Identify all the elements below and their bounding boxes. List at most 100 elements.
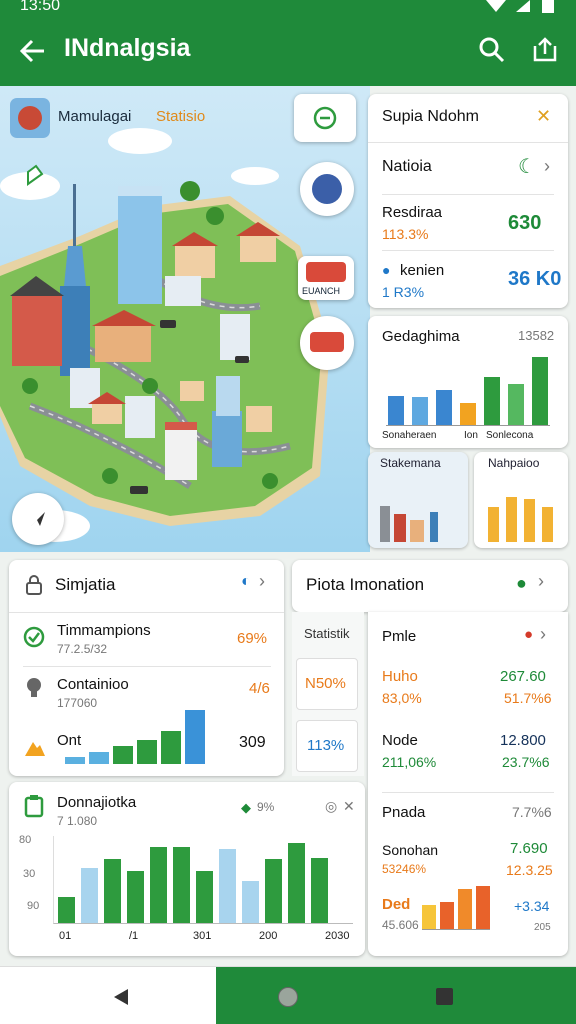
settings-icon[interactable]: ◎ [325,798,337,815]
similarity-row3-value: 309 [239,734,266,751]
photo-row3-sub: 211,06% [382,754,437,770]
chart-card-bar-3 [436,390,452,425]
status-time: 13:50 [20,0,61,14]
photo-mini-chart [422,868,490,930]
mini-card-right-bar-1 [488,507,499,542]
chart-card-bar-1 [388,396,404,425]
zoom-out-button[interactable] [294,94,356,142]
app-bar: INdnalgsia [0,18,576,86]
photo-row1-chevron-icon[interactable]: › [540,624,546,645]
chart-card-bar-4 [460,403,476,425]
search-icon[interactable] [478,36,506,64]
battery-icon [542,0,554,13]
chart-card-bar-2 [412,397,428,425]
mini-card-left: Stakemana [368,452,468,548]
similarity-row1-sub: 77.2.5/32 [57,642,108,656]
shield-icon [312,174,342,204]
similarity-row2-value: 4/6 [249,680,270,697]
alert-icon: ● [524,626,534,643]
donations-xtick-4: 200 [259,930,278,942]
leaf-icon[interactable] [24,164,46,188]
donations-card: Donnajiotka 7 1.080 ◆ 9% ◎ ✕ 80 30 90 01… [9,782,365,956]
chart-card-bars [386,356,550,426]
mini-card-right-bar-3 [524,499,535,542]
donations-close-icon[interactable]: ✕ [343,798,355,815]
drop-icon: ● [382,262,391,278]
bus-marker[interactable]: EUANCH [298,256,354,300]
stat2-sub: 1 R3% [382,284,425,300]
wifi-icon [486,0,506,12]
donations-bar-4 [127,871,144,923]
chart-card-bar-7 [532,357,548,425]
summary-card: Supia Ndohm ✕ Natioia ☾ › Resdiraa 113.3… [368,94,568,308]
donations-bar-1 [58,897,75,923]
stat1-sub: 113.3% [382,226,429,242]
photo-title: Piota Imonation [306,575,425,594]
region-marker[interactable] [300,162,354,216]
close-icon[interactable]: ✕ [536,106,551,127]
photo-card-body: Pmle ● › Huho 83,0% 267.60 51.7%6 Node 2… [368,612,568,956]
nav-back-icon[interactable] [112,987,130,1007]
similarity-bar-1 [65,757,85,764]
truck-marker[interactable] [300,316,354,370]
photo-row2-value: 267.60 [500,668,546,685]
similarity-card: Simjatia ◐ › Timmampions 77.2.5/32 69% C… [9,560,284,776]
system-nav-bar [0,966,576,1024]
similarity-row1-label: Timmampions [57,622,151,639]
similarity-bar-5 [161,731,181,764]
donations-ytick-3: 90 [27,900,40,912]
info-icon: ◐ [241,573,251,590]
mini-card-right-title: Nahpaioo [488,456,540,470]
map-pin-icon: ● [516,573,527,593]
similarity-bar-chart [57,704,205,764]
photo-row5-sub2: 12.3.25 [506,862,553,878]
photo-row6-sub2: 205 [534,922,551,933]
chevron-right-icon[interactable]: › [544,156,550,177]
photo-mini-bar-2 [440,902,454,929]
compass-button[interactable] [12,493,64,545]
map-title-highlight: Statisio [156,108,206,125]
donations-bar-9 [242,881,259,923]
photo-row3-sub2: 23.7%6 [502,754,550,770]
back-arrow-icon[interactable] [18,38,46,64]
similarity-bar-4 [137,740,157,764]
photo-row6-sub: 45.606 [382,918,419,932]
photo-stats-column: Statistik N50% 113% [292,612,364,776]
photo-row4-label: Pnada [382,804,426,821]
nav-recents-icon[interactable] [436,988,453,1005]
photo-chevron-icon[interactable]: › [538,571,544,592]
city-map[interactable]: Mamulagai Statisio EUANCH [0,86,370,552]
signal-icon [516,0,530,12]
photo-row4-value: 7.7%6 [512,804,552,820]
summary-nav-label: Natioia [382,158,432,175]
bus-marker-label: EUANCH [302,286,341,296]
photo-stat-a: N50% [305,675,346,692]
similarity-chevron-icon[interactable]: › [259,571,265,592]
map-title: Mamulagai [58,108,132,125]
donations-bar-11 [288,843,305,923]
donations-badge: 9% [257,800,275,814]
photo-row2-sub2: 51.7%6 [504,690,552,706]
similarity-bar-3 [113,746,133,764]
donations-bar-3 [104,859,121,923]
mini-card-right-bars [486,492,556,542]
donations-sub: 7 1.080 [57,814,98,828]
stat2-value: 36 K0 [508,268,562,290]
similarity-bar-2 [89,752,109,764]
summary-card-title: Supia Ndohm [382,108,479,125]
nav-home-icon[interactable] [278,987,298,1007]
share-icon[interactable] [532,36,558,64]
mountain-icon [25,742,45,756]
donations-xtick-1: 01 [59,930,72,942]
donations-xtick-2: /1 [129,930,139,942]
chart-card-bar-6 [508,384,524,425]
photo-mini-bar-4 [476,886,490,929]
photo-stat-b-box: 113% [296,720,358,772]
check-circle-icon [23,626,45,648]
clipboard-icon [24,795,44,818]
status-bar: 13:50 [0,0,576,18]
photo-row1-label: Pmle [382,628,417,645]
stat1-value: 630 [508,212,542,234]
bus-icon [306,262,346,282]
diamond-icon: ◆ [241,800,251,815]
